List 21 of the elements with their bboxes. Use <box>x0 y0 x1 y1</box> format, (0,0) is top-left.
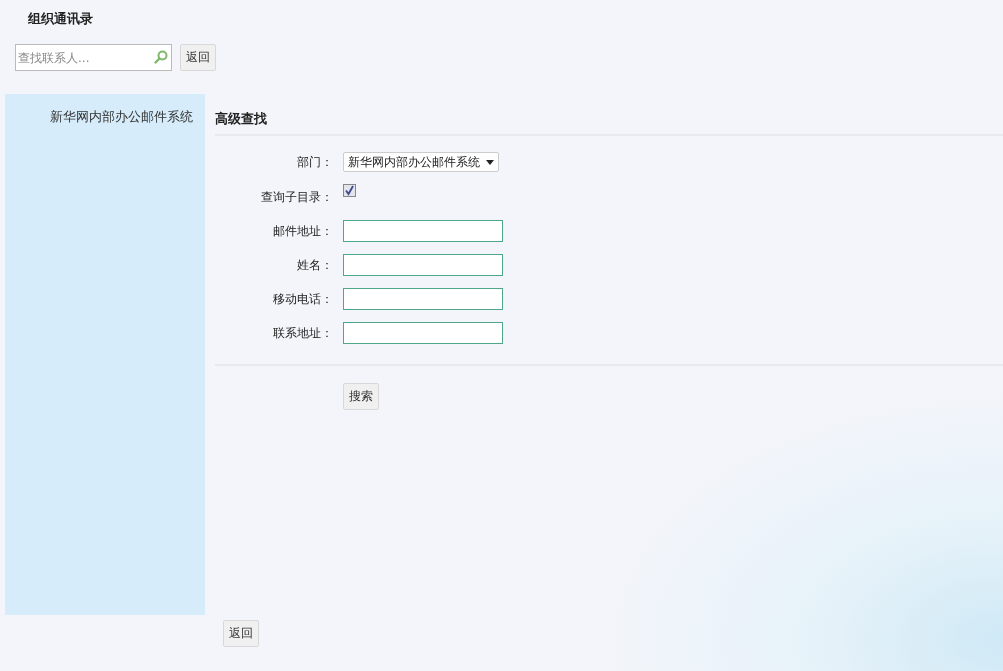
caret-icon <box>486 159 494 165</box>
section-heading: 高级查找 <box>215 94 1003 136</box>
page-title: 组织通讯录 <box>27 10 94 28</box>
input-field[interactable] <box>343 254 503 276</box>
field-label: 部门： <box>296 153 334 171</box>
search-button[interactable]: 搜索 <box>343 383 379 410</box>
input-field[interactable] <box>343 322 503 344</box>
field-label: 联系地址： <box>272 324 334 342</box>
search-icon[interactable] <box>154 50 168 64</box>
back-button[interactable]: 返回 <box>180 44 216 71</box>
search-field[interactable]: 查找联系人... <box>15 44 172 71</box>
sidebar-item[interactable]: 新华网内部办公邮件系统 <box>5 108 205 126</box>
field-label: 邮件地址： <box>272 222 334 240</box>
input-field[interactable] <box>343 288 503 310</box>
field-label: 姓名： <box>296 256 334 274</box>
back-button[interactable]: 返回 <box>223 620 259 647</box>
input-field[interactable] <box>343 220 503 242</box>
department-dropdown[interactable]: 新华网内部办公邮件系统 <box>343 152 499 172</box>
checkbox[interactable] <box>343 184 356 197</box>
field-label: 移动电话： <box>272 290 334 308</box>
field-label: 查询子目录： <box>260 188 334 206</box>
